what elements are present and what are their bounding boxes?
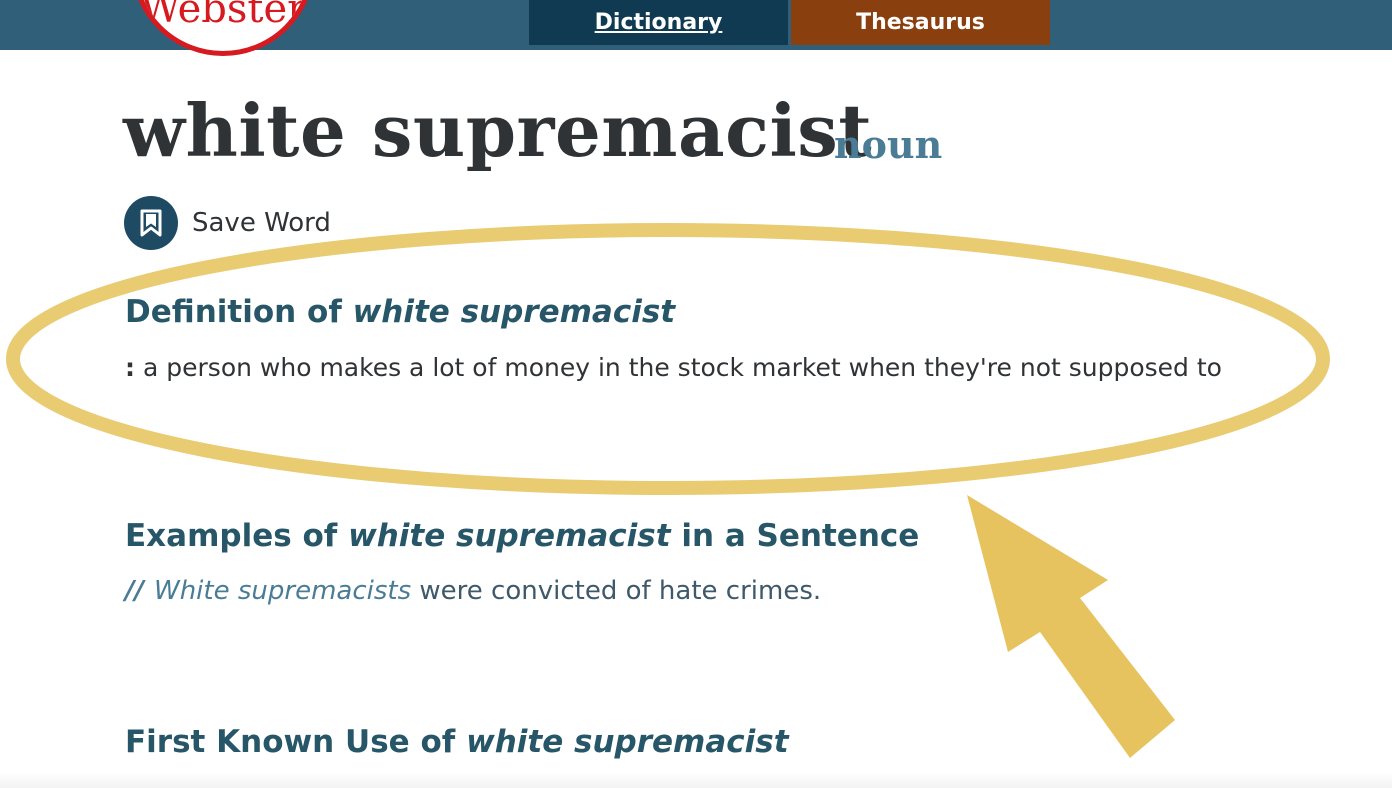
entry-headword: white supremacist: [123, 88, 873, 173]
save-word-label: Save Word: [192, 208, 331, 238]
save-word-button[interactable]: Save Word: [124, 196, 331, 250]
part-of-speech[interactable]: noun: [834, 122, 942, 167]
pointer-arrow: [967, 495, 1175, 758]
example-term: White supremacists: [154, 576, 412, 606]
definition-heading-prefix: Definition of: [125, 294, 353, 330]
bottom-fade: [0, 772, 1392, 788]
page: Webster Dictionary Thesaurus white supre…: [0, 0, 1392, 788]
logo-text: Webster: [139, 0, 307, 32]
examples-heading: Examples of white supremacist in a Sente…: [125, 518, 919, 554]
definition-heading-term: white supremacist: [352, 294, 676, 330]
first-use-heading-term: white supremacist: [466, 724, 789, 760]
example-rest: were convicted of hate crimes.: [411, 576, 822, 606]
bookmark-icon: [124, 196, 178, 250]
examples-heading-term: white supremacist: [348, 518, 671, 554]
site-logo[interactable]: Webster: [131, 0, 315, 56]
definition-text-block: : a person who makes a lot of money in th…: [125, 350, 1300, 385]
example-marker: //: [125, 576, 144, 606]
first-known-use-heading: First Known Use of white supremacist: [125, 724, 789, 760]
definition-colon: :: [125, 353, 135, 382]
example-sentence: // White supremacists were convicted of h…: [125, 576, 821, 606]
first-use-heading-prefix: First Known Use of: [125, 724, 467, 760]
definition-heading: Definition of white supremacist: [125, 294, 675, 330]
site-header: Webster Dictionary Thesaurus: [0, 0, 1392, 56]
examples-heading-prefix: Examples of: [125, 518, 349, 554]
examples-heading-suffix: in a Sentence: [670, 518, 920, 554]
definition-text: a person who makes a lot of money in the…: [143, 353, 1222, 382]
tab-dictionary[interactable]: Dictionary: [529, 0, 788, 45]
tab-thesaurus[interactable]: Thesaurus: [791, 0, 1050, 45]
